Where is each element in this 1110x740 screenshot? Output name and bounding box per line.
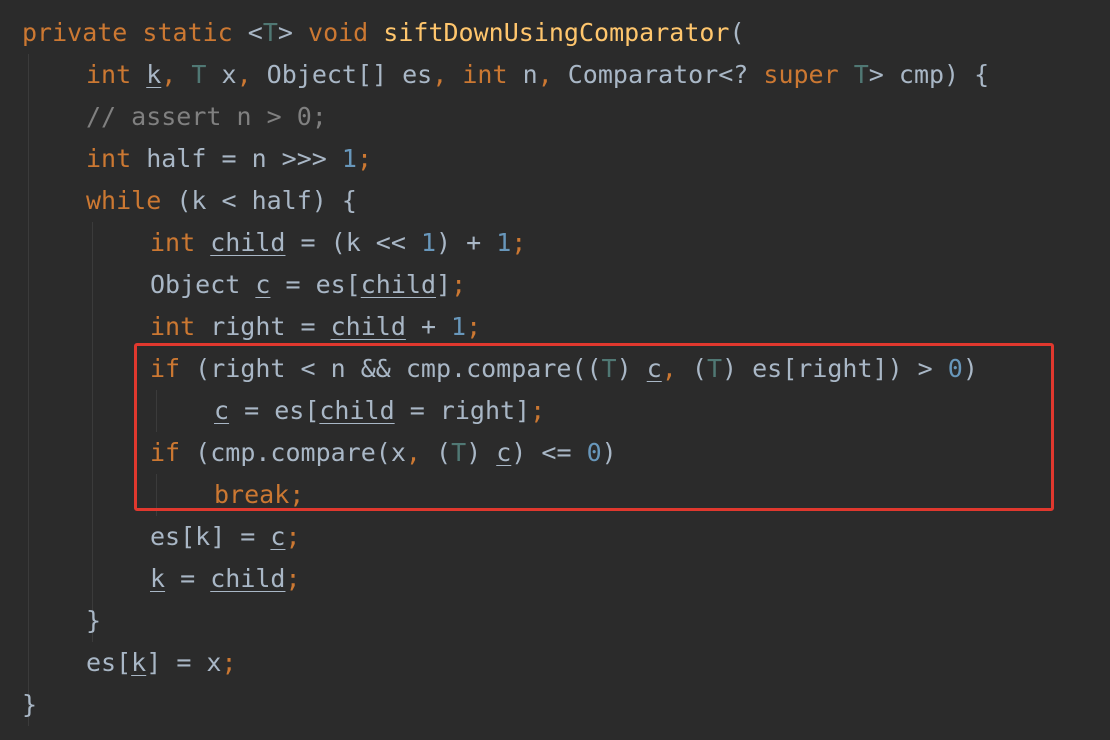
- code-token: k: [131, 648, 147, 677]
- code-token: 1: [341, 144, 357, 173]
- indent-guide: [28, 54, 29, 726]
- code-token: int: [462, 60, 508, 89]
- code-token: ]: [436, 270, 452, 299]
- code-token: c: [255, 270, 271, 299]
- code-line[interactable]: }: [22, 684, 37, 726]
- code-token: =: [165, 564, 211, 593]
- code-editor[interactable]: private static <T> void siftDownUsingCom…: [0, 0, 1110, 740]
- code-line[interactable]: es[k] = x;: [86, 642, 237, 684]
- code-token: 1: [451, 312, 467, 341]
- code-line[interactable]: Object c = es[child];: [150, 264, 466, 306]
- code-token: ] = x: [146, 648, 222, 677]
- code-token: n: [507, 60, 538, 89]
- code-token: // assert n > 0;: [86, 102, 327, 131]
- code-token: x: [206, 60, 237, 89]
- code-line[interactable]: while (k < half) {: [86, 180, 357, 222]
- code-token: = (k <<: [285, 228, 421, 257]
- code-token: void: [308, 18, 369, 47]
- code-token: (: [729, 18, 745, 47]
- code-token: k: [146, 60, 162, 89]
- code-token: }: [86, 606, 102, 635]
- code-token: es[k] =: [150, 522, 271, 551]
- code-token: child: [360, 270, 436, 299]
- code-token: child: [330, 312, 406, 341]
- code-token: private: [22, 18, 128, 47]
- code-line[interactable]: int half = n >>> 1;: [86, 138, 372, 180]
- code-line[interactable]: es[k] = c;: [150, 516, 301, 558]
- code-line[interactable]: int right = child + 1;: [150, 306, 481, 348]
- code-token: Object[] es: [266, 60, 433, 89]
- code-token: 1: [496, 228, 512, 257]
- code-token: ,: [432, 60, 463, 89]
- code-token: ;: [511, 228, 527, 257]
- code-token: static: [142, 18, 233, 47]
- code-token: half = n >>>: [131, 144, 342, 173]
- code-token: ) +: [436, 228, 497, 257]
- code-line[interactable]: int k, T x, Object[] es, int n, Comparat…: [86, 54, 989, 96]
- code-token: ;: [285, 564, 301, 593]
- code-line[interactable]: // assert n > 0;: [86, 96, 327, 138]
- code-token: ;: [466, 312, 482, 341]
- code-token: T: [262, 18, 278, 47]
- code-token: child: [210, 228, 286, 257]
- code-token: >: [277, 18, 309, 47]
- code-line[interactable]: int child = (k << 1) + 1;: [150, 222, 526, 264]
- highlight-annotation-box: [134, 343, 1054, 511]
- code-token: > cmp) {: [868, 60, 990, 89]
- code-token: <: [232, 18, 263, 47]
- code-token: ;: [285, 522, 301, 551]
- code-token: int: [150, 228, 196, 257]
- code-token: = es[: [270, 270, 361, 299]
- code-token: ,: [236, 60, 267, 89]
- code-token: int: [150, 312, 196, 341]
- code-line[interactable]: private static <T> void siftDownUsingCom…: [22, 12, 745, 54]
- code-token: Object: [150, 270, 256, 299]
- code-token: (k < half) {: [161, 186, 357, 215]
- code-token: ;: [451, 270, 467, 299]
- code-token: 1: [420, 228, 437, 257]
- code-token: ;: [356, 144, 372, 173]
- code-token: child: [210, 564, 286, 593]
- code-token: right =: [195, 312, 331, 341]
- code-line[interactable]: }: [86, 600, 101, 642]
- code-token: while: [86, 186, 162, 215]
- code-line[interactable]: k = child;: [150, 558, 301, 600]
- code-token: ,: [537, 60, 568, 89]
- code-token: ;: [221, 648, 237, 677]
- code-token: Comparator<?: [567, 60, 764, 89]
- code-token: +: [405, 312, 452, 341]
- indent-guide: [92, 222, 93, 642]
- code-token: int: [86, 60, 132, 89]
- code-token: siftDownUsingComparator: [383, 18, 730, 47]
- code-token: T: [191, 60, 207, 89]
- code-token: T: [853, 60, 869, 89]
- code-token: c: [270, 522, 286, 551]
- code-token: ,: [161, 60, 192, 89]
- code-token: es[: [86, 648, 132, 677]
- code-token: super: [763, 60, 839, 89]
- code-token: int: [86, 144, 132, 173]
- code-token: k: [150, 564, 166, 593]
- code-token: }: [22, 690, 38, 719]
